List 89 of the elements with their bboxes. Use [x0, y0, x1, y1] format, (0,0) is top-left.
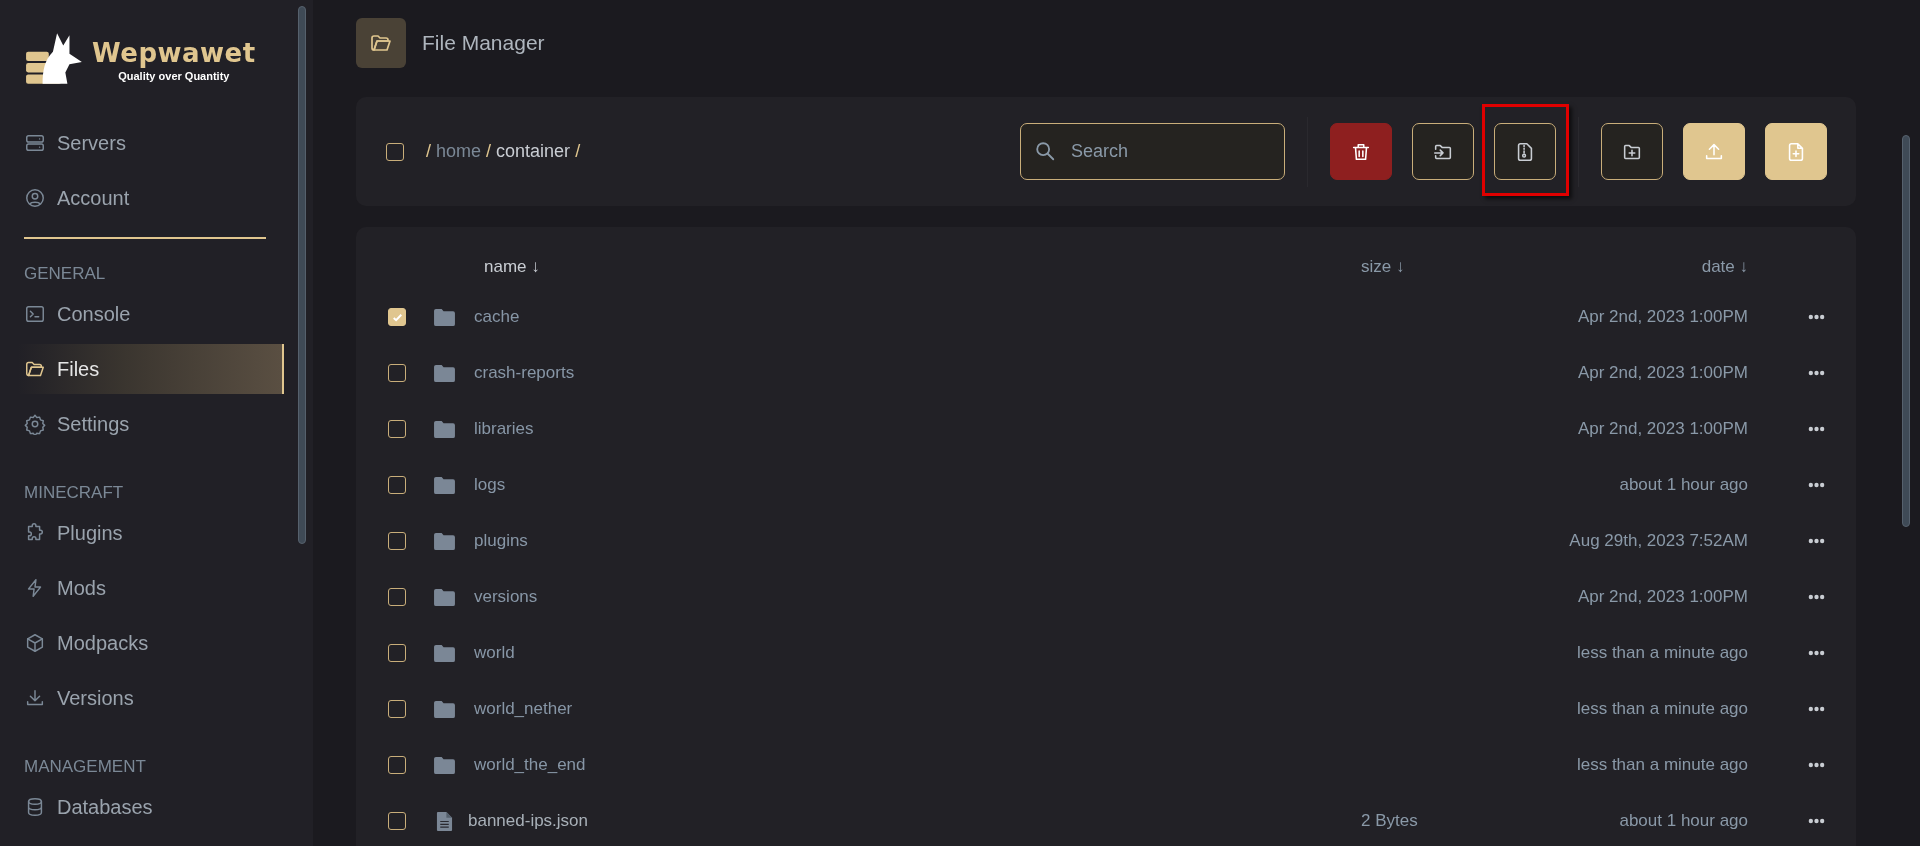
nav-item[interactable]: Console — [18, 289, 284, 339]
nav-item[interactable]: Mods — [18, 563, 284, 613]
file-date: about 1 hour ago — [1619, 811, 1748, 831]
search-field[interactable]: Search — [1020, 123, 1285, 180]
column-header[interactable]: name ↓ — [484, 257, 540, 276]
more-icon[interactable] — [1807, 594, 1825, 600]
file-name[interactable]: world_nether — [474, 699, 573, 718]
server-icon — [24, 132, 46, 154]
checkbox[interactable] — [388, 476, 406, 494]
file-name[interactable]: cache — [474, 307, 520, 326]
checkbox[interactable] — [388, 308, 406, 326]
more-icon[interactable] — [1807, 482, 1825, 488]
more-icon[interactable] — [1807, 650, 1825, 656]
brand-tagline: Quality over Quantity — [118, 70, 230, 82]
file-name[interactable]: world — [474, 643, 515, 662]
checkbox[interactable] — [388, 644, 406, 662]
column-header[interactable]: date ↓ — [1701, 257, 1748, 277]
folder-icon — [432, 419, 456, 439]
checkbox[interactable] — [388, 588, 406, 606]
nav-item[interactable]: Databases — [18, 782, 284, 832]
nav-item[interactable]: Versions — [18, 673, 284, 723]
column-header[interactable]: size ↓ — [1361, 257, 1405, 276]
file-name[interactable]: versions — [474, 587, 538, 606]
folder-icon — [356, 18, 406, 68]
cube-icon — [24, 632, 46, 654]
search-icon — [1034, 140, 1056, 162]
scrollbar-thumb[interactable] — [1902, 135, 1910, 527]
folder-icon — [432, 363, 456, 383]
terminal-icon — [24, 303, 46, 325]
folder-icon — [432, 699, 456, 719]
file-date: less than a minute ago — [1576, 643, 1748, 663]
folder-icon — [432, 475, 456, 495]
new-folder-button[interactable] — [1601, 123, 1663, 180]
file-date: less than a minute ago — [1576, 699, 1748, 719]
file-name[interactable]: banned-ips.json — [468, 811, 589, 830]
checkbox[interactable] — [386, 142, 404, 161]
move-button[interactable] — [1412, 123, 1474, 180]
folder-icon — [432, 755, 456, 775]
file-name[interactable]: libraries — [474, 419, 534, 438]
folder-icon — [432, 587, 456, 607]
path-separator: / — [426, 141, 431, 162]
brand-name: Wepwawet — [92, 38, 256, 68]
checkbox[interactable] — [388, 420, 406, 438]
file-date: about 1 hour ago — [1619, 475, 1748, 495]
more-icon[interactable] — [1807, 538, 1825, 544]
more-icon[interactable] — [1807, 762, 1825, 768]
more-icon[interactable] — [1807, 314, 1825, 320]
checkbox[interactable] — [388, 532, 406, 550]
file-name[interactable]: plugins — [474, 531, 528, 550]
file-name[interactable]: crash-reports — [474, 363, 575, 382]
file-date: Aug 29th, 2023 7:52AM — [1569, 531, 1748, 551]
checkbox[interactable] — [388, 364, 406, 382]
breadcrumb-link[interactable]: home — [436, 141, 482, 162]
file-size: 2 Bytes — [1361, 811, 1418, 830]
nav-item[interactable]: Servers — [18, 118, 284, 168]
scrollbar-thumb[interactable] — [298, 6, 306, 544]
checkbox[interactable] — [388, 756, 406, 774]
file-name[interactable]: world_the_end — [474, 755, 586, 774]
folder-icon — [432, 643, 456, 663]
breadcrumb-link[interactable]: container — [496, 141, 571, 162]
settings-icon — [24, 413, 46, 435]
file-date: Apr 2nd, 2023 1:00PM — [1577, 307, 1748, 327]
path-separator: / — [575, 141, 581, 162]
file-name[interactable]: logs — [474, 475, 506, 494]
more-icon[interactable] — [1807, 818, 1825, 824]
section-heading: MINECRAFT — [24, 482, 125, 504]
checkbox[interactable] — [388, 812, 406, 830]
file-date: Apr 2nd, 2023 1:00PM — [1577, 587, 1748, 607]
section-heading: GENERAL — [24, 263, 107, 285]
more-icon[interactable] — [1807, 706, 1825, 712]
file-date: Apr 2nd, 2023 1:00PM — [1577, 363, 1748, 383]
checkbox[interactable] — [388, 700, 406, 718]
user-icon — [24, 187, 46, 209]
page-title: File Manager — [422, 31, 545, 55]
file-date: less than a minute ago — [1576, 755, 1748, 775]
folder-icon — [432, 307, 456, 327]
nav-item[interactable]: Settings — [18, 399, 284, 449]
file-date: Apr 2nd, 2023 1:00PM — [1577, 419, 1748, 439]
folder-icon — [432, 531, 456, 551]
nav-item[interactable]: Modpacks — [18, 618, 284, 668]
nav-item[interactable]: Plugins — [18, 508, 284, 558]
more-icon[interactable] — [1807, 370, 1825, 376]
file-icon — [435, 810, 453, 832]
path-separator: / — [486, 141, 492, 162]
more-icon[interactable] — [1807, 426, 1825, 432]
nav-item[interactable]: Account — [18, 173, 284, 223]
section-heading: MANAGEMENT — [24, 756, 147, 778]
delete-button[interactable] — [1330, 123, 1392, 180]
archive-button[interactable] — [1494, 123, 1556, 180]
